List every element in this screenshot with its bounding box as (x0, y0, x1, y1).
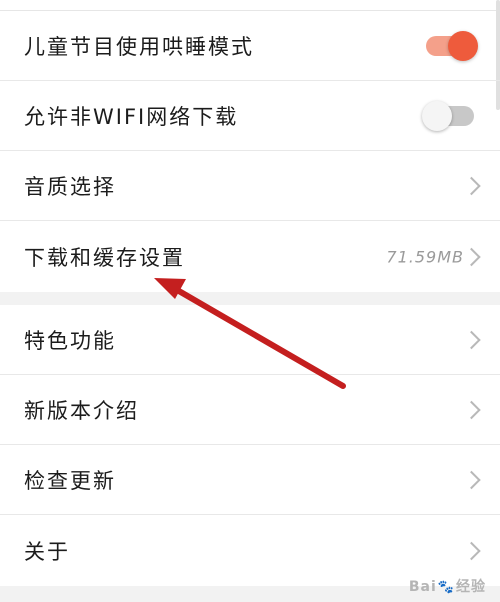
about-label: 关于 (24, 539, 70, 564)
features-row[interactable]: 特色功能 (0, 305, 500, 375)
non-wifi-download-toggle[interactable] (422, 101, 474, 131)
chevron-right-icon (462, 400, 481, 420)
settings-group-top: 儿童节目使用哄睡模式 允许非WIFI网络下载 音质选择 下载和缓存设置 71.5… (0, 0, 500, 292)
kids-sleep-mode-row[interactable]: 儿童节目使用哄睡模式 (0, 11, 500, 81)
download-cache-label: 下载和缓存设置 (24, 245, 185, 270)
cache-size-value: 71.59MB (386, 247, 464, 266)
chevron-right-icon (462, 247, 481, 266)
chevron-right-icon (462, 541, 481, 560)
paw-icon: 🐾 (437, 580, 455, 595)
watermark-text-right: 经验 (456, 579, 486, 595)
non-wifi-download-row[interactable]: 允许非WIFI网络下载 (0, 81, 500, 151)
audio-quality-row[interactable]: 音质选择 (0, 151, 500, 221)
chevron-right-icon (462, 470, 481, 490)
check-update-label: 检查更新 (24, 469, 116, 493)
check-update-row[interactable]: 检查更新 (0, 445, 500, 515)
kids-sleep-mode-label: 儿童节目使用哄睡模式 (24, 35, 254, 59)
baidu-jingyan-watermark: Bai🐾经验 (409, 576, 486, 596)
download-cache-row[interactable]: 下载和缓存设置 71.59MB (0, 221, 500, 292)
audio-quality-label: 音质选择 (24, 175, 116, 199)
toggle-knob (422, 101, 452, 131)
non-wifi-download-label: 允许非WIFI网络下载 (24, 105, 239, 129)
toggle-knob (448, 31, 478, 61)
chevron-right-icon (462, 330, 481, 350)
features-label: 特色功能 (24, 329, 116, 353)
settings-group-bottom: 特色功能 新版本介绍 检查更新 关于 (0, 305, 500, 586)
chevron-right-icon (462, 176, 481, 196)
whats-new-row[interactable]: 新版本介绍 (0, 375, 500, 445)
watermark-text-left: Bai (408, 579, 437, 595)
whats-new-label: 新版本介绍 (24, 399, 139, 423)
kids-sleep-mode-toggle[interactable] (426, 31, 478, 61)
